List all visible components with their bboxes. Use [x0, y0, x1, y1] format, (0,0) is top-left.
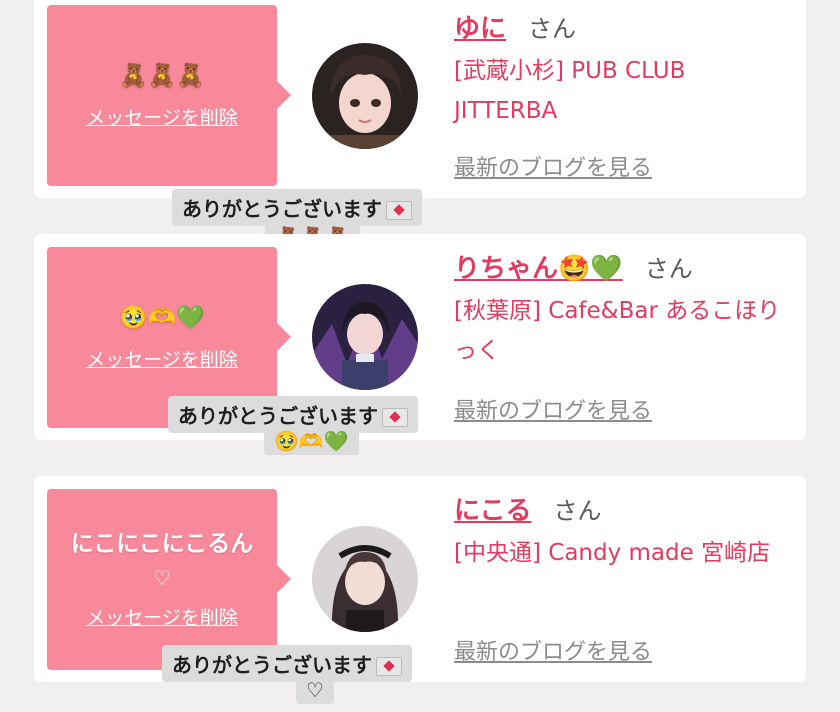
avatar[interactable] — [312, 526, 418, 632]
reply-sub: 🥹🫶💚 — [264, 427, 359, 455]
avatar[interactable] — [312, 43, 418, 149]
latest-blog-link[interactable]: 最新のブログを見る — [454, 150, 652, 182]
reply-text: ありがとうございます — [182, 197, 382, 221]
latest-blog-link[interactable]: 最新のブログを見る — [454, 634, 652, 666]
honorific: さん — [644, 255, 693, 283]
honorific: さん — [553, 497, 602, 525]
reply-message: ありがとうございます — [172, 189, 422, 226]
delete-message-link[interactable]: メッセージを削除 — [86, 603, 238, 630]
reply-sub: ♡ — [296, 676, 334, 704]
girl-name-link[interactable]: にこる — [454, 490, 531, 527]
envelope-heart-icon — [386, 201, 412, 220]
avatar[interactable] — [312, 284, 418, 390]
reply-text: ありがとうございます — [172, 653, 372, 677]
reply-text: ありがとうございます — [178, 404, 378, 428]
shop-name: [中央通] Candy made 宮崎店 — [454, 540, 771, 566]
message-bubble: にこにこにこるん ♡ メッセージを削除 — [47, 489, 291, 670]
bubble-sub: ♡ — [153, 566, 171, 590]
envelope-heart-icon — [376, 657, 402, 676]
latest-blog-link[interactable]: 最新のブログを見る — [454, 393, 652, 425]
bubble-message: 🥹🫶💚 — [119, 305, 205, 331]
reply-message: ありがとうございます — [162, 645, 412, 682]
shop-name: [武蔵小杉] PUB CLUB JITTERBA — [454, 58, 686, 124]
envelope-heart-icon — [382, 408, 408, 427]
bubble-message: にこにこにこるん — [70, 531, 254, 557]
delete-message-link[interactable]: メッセージを削除 — [86, 345, 238, 372]
girl-name-link[interactable]: りちゃん🤩💚 — [454, 248, 623, 285]
delete-message-link[interactable]: メッセージを削除 — [86, 103, 238, 130]
honorific: さん — [528, 15, 577, 43]
girl-name-link[interactable]: ゆに — [454, 8, 506, 45]
shop-name: [秋葉原] Cafe&Bar あるこほりっく — [454, 298, 781, 364]
message-bubble: 🧸🧸🧸 メッセージを削除 — [47, 5, 291, 186]
bubble-message: 🧸🧸🧸 — [119, 63, 205, 89]
